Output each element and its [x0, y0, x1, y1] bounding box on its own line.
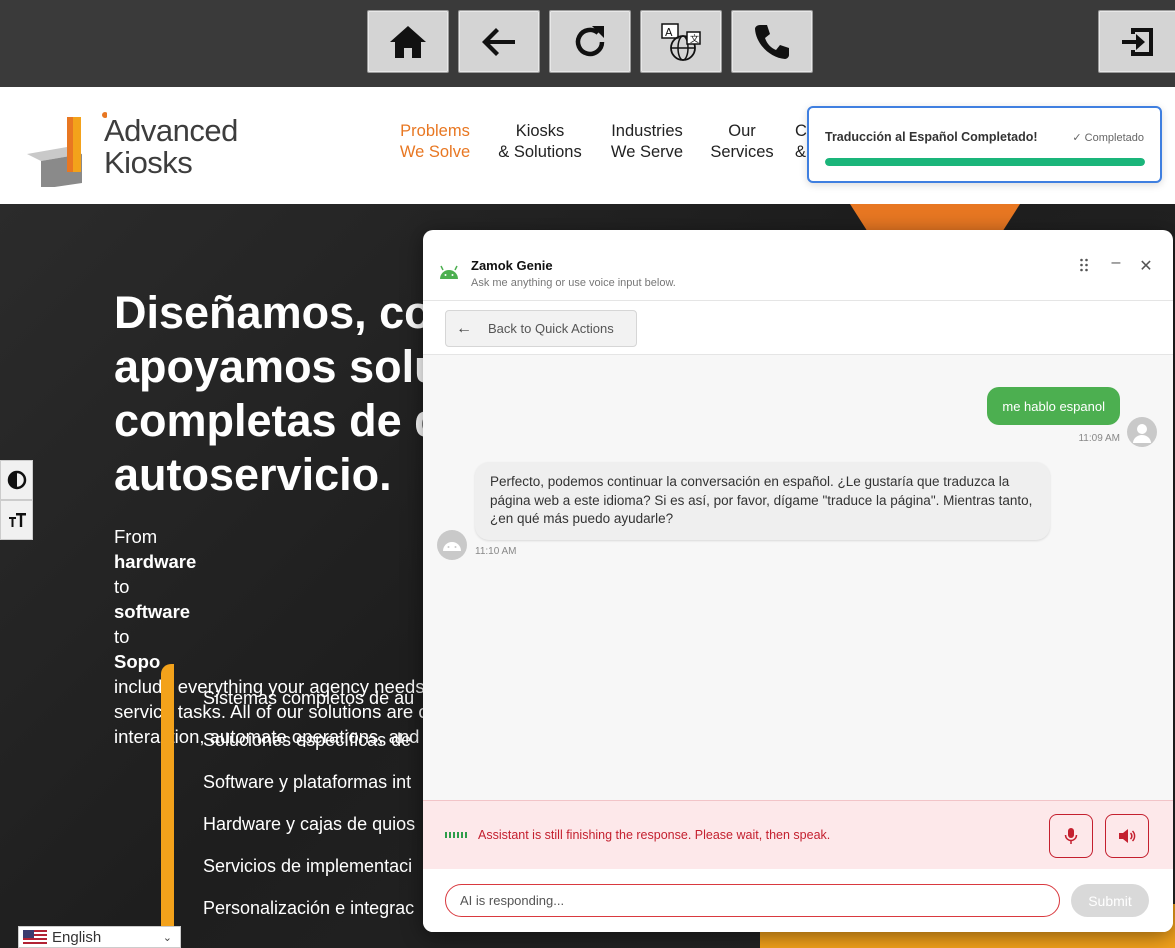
android-bot-icon: [440, 265, 458, 279]
list-item: Hardware y cajas de quios: [203, 814, 416, 834]
hero-heading: Diseñamos, con apoyamos solu completas d…: [114, 287, 460, 500]
refresh-icon: [575, 25, 605, 56]
chevron-down-icon: ⌄: [162, 931, 172, 944]
translate-button[interactable]: A 文: [640, 10, 722, 73]
contrast-toggle-button[interactable]: [0, 460, 33, 500]
text-size-icon: [8, 513, 26, 527]
user-avatar-icon: [1127, 417, 1157, 447]
home-icon: [390, 25, 426, 58]
chat-title: Zamok Genie: [471, 258, 553, 273]
nav-kiosks[interactable]: Kiosks & Solutions: [494, 121, 586, 163]
submit-button[interactable]: Submit: [1071, 884, 1149, 917]
exit-icon: [1122, 27, 1153, 56]
message-list[interactable]: me hablo espanol 11:09 AM Perfecto, pode…: [423, 355, 1173, 800]
translate-icon: A 文: [661, 22, 701, 61]
speaker-button[interactable]: [1105, 814, 1149, 858]
phone-button[interactable]: [731, 10, 813, 73]
list-item: Sistemas completos de au: [203, 688, 415, 708]
microphone-icon: [1064, 828, 1078, 844]
contrast-icon: [7, 470, 26, 490]
list-item: Software y plataformas int: [203, 772, 412, 792]
svg-text:A: A: [665, 26, 673, 39]
phone-icon: [755, 24, 789, 59]
microphone-button[interactable]: [1049, 814, 1093, 858]
exit-button[interactable]: [1098, 10, 1175, 73]
drag-handle-icon[interactable]: [1074, 258, 1094, 277]
text-size-button[interactable]: [0, 500, 33, 540]
back-to-quick-actions-label: Back to Quick Actions: [488, 321, 614, 336]
logo-text: Advanced Kiosks: [104, 113, 238, 180]
chat-header[interactable]: Zamok Genie Ask me anything or use voice…: [423, 230, 1173, 301]
voice-status-bar: Assistant is still finishing the respons…: [423, 800, 1173, 869]
user-message-time: 11:09 AM: [1078, 433, 1120, 444]
kiosk-toolbar: A 文: [0, 0, 1175, 87]
nav-industries[interactable]: Industries We Serve: [603, 121, 691, 163]
home-button[interactable]: [367, 10, 449, 73]
translation-toast: Traducción al Español Completado! ✓ Comp…: [807, 106, 1162, 183]
advanced-kiosks-logo[interactable]: Advanced Kiosks: [27, 109, 238, 187]
toast-status: ✓ Completado: [1072, 132, 1144, 144]
toast-progress-fill: [825, 158, 1145, 166]
kiosk-screen: A 文 Advanced Kiosks Problems We Solve Ki…: [0, 0, 1175, 948]
list-item: Servicios de implementaci: [203, 856, 413, 876]
list-item: Soluciones específicas de: [203, 730, 412, 750]
logo-mark-icon: [27, 112, 107, 187]
minimize-icon[interactable]: –: [1106, 254, 1126, 272]
nav-problems[interactable]: Problems We Solve: [393, 121, 477, 163]
assistant-message-time: 11:10 AM: [475, 546, 517, 557]
close-icon[interactable]: ✕: [1136, 256, 1156, 276]
back-to-quick-actions-button[interactable]: ← Back to Quick Actions: [445, 310, 637, 347]
language-select[interactable]: English ⌄: [18, 926, 181, 948]
chat-input[interactable]: AI is responding...: [445, 884, 1060, 917]
assistant-message: Perfecto, podemos continuar la conversac…: [475, 462, 1050, 540]
toast-progress-bar: [825, 158, 1145, 166]
chat-panel: Zamok Genie Ask me anything or use voice…: [423, 230, 1173, 932]
user-message: me hablo espanol: [987, 387, 1120, 425]
list-item: Personalización e integrac: [203, 898, 415, 918]
svg-text:文: 文: [690, 33, 699, 45]
quick-actions-bar: ← Back to Quick Actions: [423, 301, 1173, 355]
voice-status-text: Assistant is still finishing the respons…: [478, 828, 831, 842]
language-selected-label: English: [52, 928, 102, 946]
speaker-icon: [1119, 829, 1136, 843]
chat-input-row: AI is responding... Submit: [423, 869, 1173, 932]
arrow-left-icon: ←: [456, 319, 472, 337]
nav-services[interactable]: Our Services: [705, 121, 779, 163]
assistant-avatar-icon: [437, 530, 467, 560]
us-flag-icon: [23, 929, 47, 945]
refresh-button[interactable]: [549, 10, 631, 73]
back-button[interactable]: [458, 10, 540, 73]
audio-wave-icon: [445, 832, 467, 838]
feature-list: Sistemas completos de au Soluciones espe…: [161, 664, 441, 948]
back-arrow-icon: [482, 27, 515, 56]
toast-title: Traducción al Español Completado!: [825, 130, 1038, 144]
chat-subtitle: Ask me anything or use voice input below…: [471, 277, 676, 289]
